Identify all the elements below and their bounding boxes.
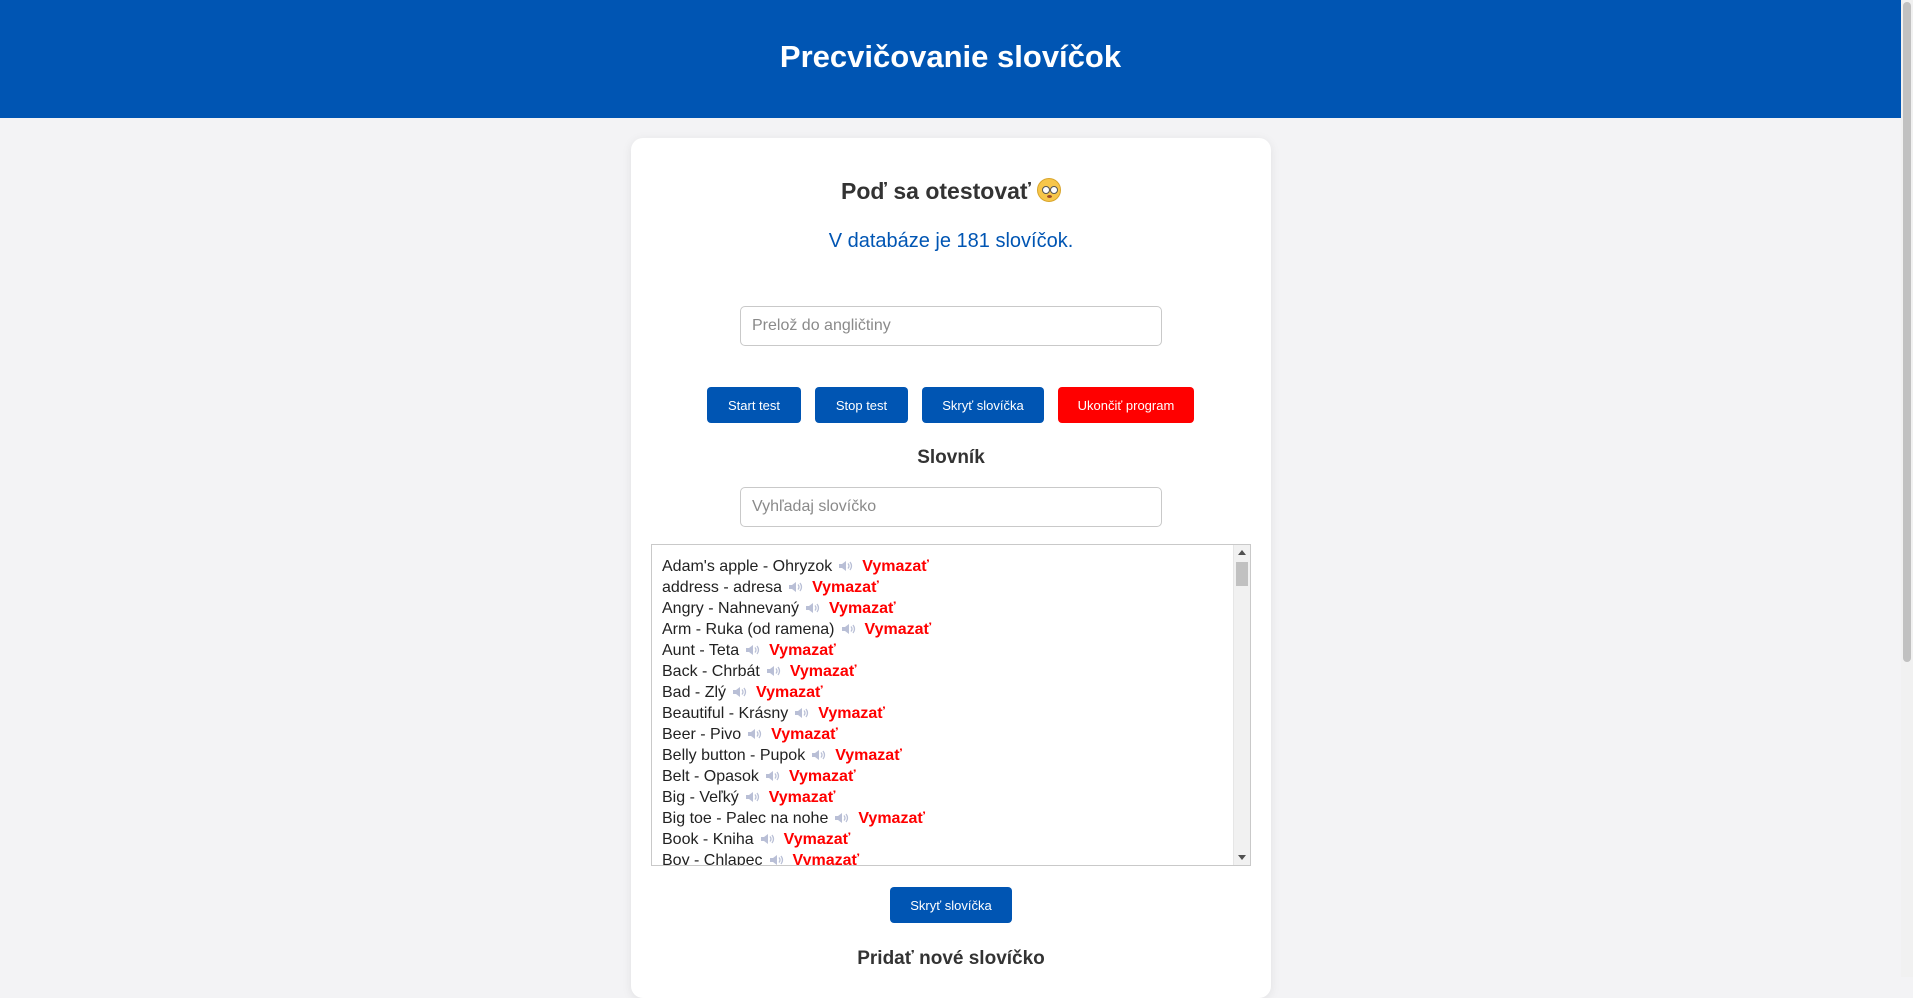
word-pair-text: Angry - Nahnevaný	[662, 600, 799, 617]
speaker-icon[interactable]	[766, 662, 782, 676]
word-pair-text: Boy - Chlapec	[662, 852, 763, 866]
speaker-icon[interactable]	[745, 641, 761, 655]
word-list-item: Angry - Nahnevaný Vymazať	[662, 598, 1230, 619]
delete-word-link[interactable]: Vymazať	[829, 600, 896, 617]
delete-word-link[interactable]: Vymazať	[789, 768, 856, 785]
word-list-scrollbar[interactable]	[1233, 545, 1250, 865]
dictionary-title: Slovník	[917, 447, 985, 468]
word-pair-text: Big toe - Palec na nohe	[662, 810, 829, 827]
smiley-face-icon	[1036, 178, 1061, 202]
speaker-icon[interactable]	[834, 809, 850, 823]
delete-word-link[interactable]: Vymazať	[812, 579, 879, 596]
word-list-item: Aunt - Teta Vymazať	[662, 640, 1230, 661]
hide-dictionary-words-button[interactable]: Skryť slovíčka	[890, 887, 1012, 923]
delete-word-link[interactable]: Vymazať	[818, 705, 885, 722]
word-list-item: Belly button - Pupok Vymazať	[662, 745, 1230, 766]
word-pair-text: Beautiful - Krásny	[662, 705, 789, 722]
main-card: Poď sa otestovať V databáze je 181 sloví…	[631, 138, 1271, 998]
word-pair-text: Book - Kniha	[662, 831, 754, 848]
app-header: Precvičovanie slovíčok	[0, 0, 1901, 118]
word-pair-text: address - adresa	[662, 579, 783, 596]
scroll-down-arrow-icon[interactable]	[1238, 855, 1246, 860]
delete-word-link[interactable]: Vymazať	[790, 663, 857, 680]
dictionary-search-input[interactable]	[740, 487, 1162, 527]
speaker-icon[interactable]	[794, 704, 810, 718]
word-list-item: Bad - Zlý Vymazať	[662, 682, 1230, 703]
word-pair-text: Belly button - Pupok	[662, 747, 806, 764]
word-list[interactable]: Adam's apple - Ohryzok Vymazať address - a…	[651, 544, 1251, 866]
word-pair-text: Big - Veľký	[662, 789, 739, 806]
delete-word-link[interactable]: Vymazať	[771, 726, 838, 743]
quit-program-button[interactable]: Ukončiť program	[1058, 387, 1194, 423]
start-test-button[interactable]: Start test	[707, 387, 801, 423]
delete-word-link[interactable]: Vymazať	[769, 789, 836, 806]
hide-words-button[interactable]: Skryť slovíčka	[922, 387, 1044, 423]
word-pair-text: Beer - Pivo	[662, 726, 742, 743]
word-list-item: Beer - Pivo Vymazať	[662, 724, 1230, 745]
speaker-icon[interactable]	[745, 788, 761, 802]
scroll-up-arrow-icon[interactable]	[1238, 550, 1246, 555]
word-pair-text: Belt - Opasok	[662, 768, 759, 785]
speaker-icon[interactable]	[732, 683, 748, 697]
test-heading-text: Poď sa otestovať	[841, 178, 1031, 204]
page-scrollbar-thumb[interactable]	[1903, 2, 1911, 662]
word-pair-text: Aunt - Teta	[662, 642, 740, 659]
word-count-text: V databáze je 181 slovíčok.	[828, 230, 1074, 252]
word-list-items: Adam's apple - Ohryzok Vymazať address - a…	[662, 556, 1230, 866]
speaker-icon[interactable]	[811, 746, 827, 760]
app-title: Precvičovanie slovíčok	[779, 39, 1122, 74]
stop-test-button[interactable]: Stop test	[815, 387, 908, 423]
speaker-icon[interactable]	[838, 557, 854, 571]
delete-word-link[interactable]: Vymazať	[858, 810, 925, 827]
speaker-icon[interactable]	[805, 599, 821, 613]
speaker-icon[interactable]	[765, 767, 781, 781]
word-list-scrollbar-thumb[interactable]	[1236, 562, 1248, 586]
translate-input[interactable]	[740, 306, 1162, 346]
word-list-item: Arm - Ruka (od ramena) Vymazať	[662, 619, 1230, 640]
speaker-icon[interactable]	[769, 851, 785, 865]
speaker-icon[interactable]	[841, 620, 857, 634]
word-pair-text: Back - Chrbát	[662, 663, 760, 680]
delete-word-link[interactable]: Vymazať	[865, 621, 932, 638]
add-word-title: Pridať nové slovíčko	[857, 948, 1045, 969]
page-scrollbar[interactable]	[1901, 0, 1913, 977]
word-list-item: Book - Kniha Vymazať	[662, 829, 1230, 850]
word-list-item: Big toe - Palec na nohe Vymazať	[662, 808, 1230, 829]
delete-word-link[interactable]: Vymazať	[793, 852, 860, 865]
word-list-item: Boy - Chlapec Vymazať	[662, 850, 1230, 866]
delete-word-link[interactable]: Vymazať	[835, 747, 902, 764]
word-list-item: Big - Veľký Vymazať	[662, 787, 1230, 808]
delete-word-link[interactable]: Vymazať	[756, 684, 823, 701]
word-list-item: Belt - Opasok Vymazať	[662, 766, 1230, 787]
word-list-item: Beautiful - Krásny Vymazať	[662, 703, 1230, 724]
speaker-icon[interactable]	[788, 578, 804, 592]
speaker-icon[interactable]	[760, 830, 776, 844]
delete-word-link[interactable]: Vymazať	[862, 558, 929, 575]
test-heading: Poď sa otestovať	[631, 178, 1271, 205]
speaker-icon[interactable]	[747, 725, 763, 739]
word-list-item: address - adresa Vymazať	[662, 577, 1230, 598]
delete-word-link[interactable]: Vymazať	[784, 831, 851, 848]
word-pair-text: Bad - Zlý	[662, 684, 727, 701]
delete-word-link[interactable]: Vymazať	[769, 642, 836, 659]
word-list-item: Adam's apple - Ohryzok Vymazať	[662, 556, 1230, 577]
word-pair-text: Arm - Ruka (od ramena)	[662, 621, 835, 638]
word-list-item: Back - Chrbát Vymazať	[662, 661, 1230, 682]
word-pair-text: Adam's apple - Ohryzok	[662, 558, 833, 575]
